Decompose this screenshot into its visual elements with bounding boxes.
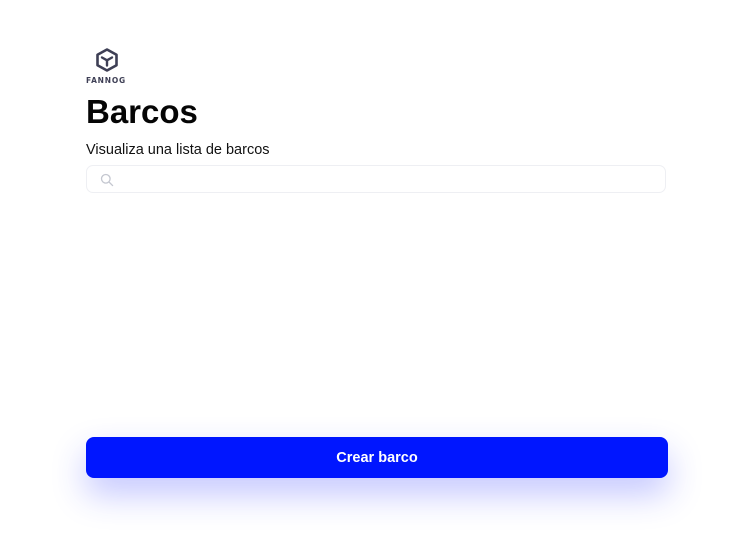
brand-name: FANNOG bbox=[86, 76, 126, 85]
brand-logo: FANNOG bbox=[86, 48, 128, 86]
page-title: Barcos bbox=[86, 93, 198, 130]
hexagon-cube-icon bbox=[96, 48, 118, 72]
search-input[interactable] bbox=[121, 169, 655, 191]
search-bar[interactable] bbox=[86, 165, 666, 193]
page: FANNOG Barcos Visualiza una lista de bar… bbox=[0, 0, 736, 557]
search-icon bbox=[100, 173, 114, 187]
create-boat-button[interactable]: Crear barco bbox=[86, 437, 668, 478]
page-subtitle: Visualiza una lista de barcos bbox=[86, 142, 270, 158]
